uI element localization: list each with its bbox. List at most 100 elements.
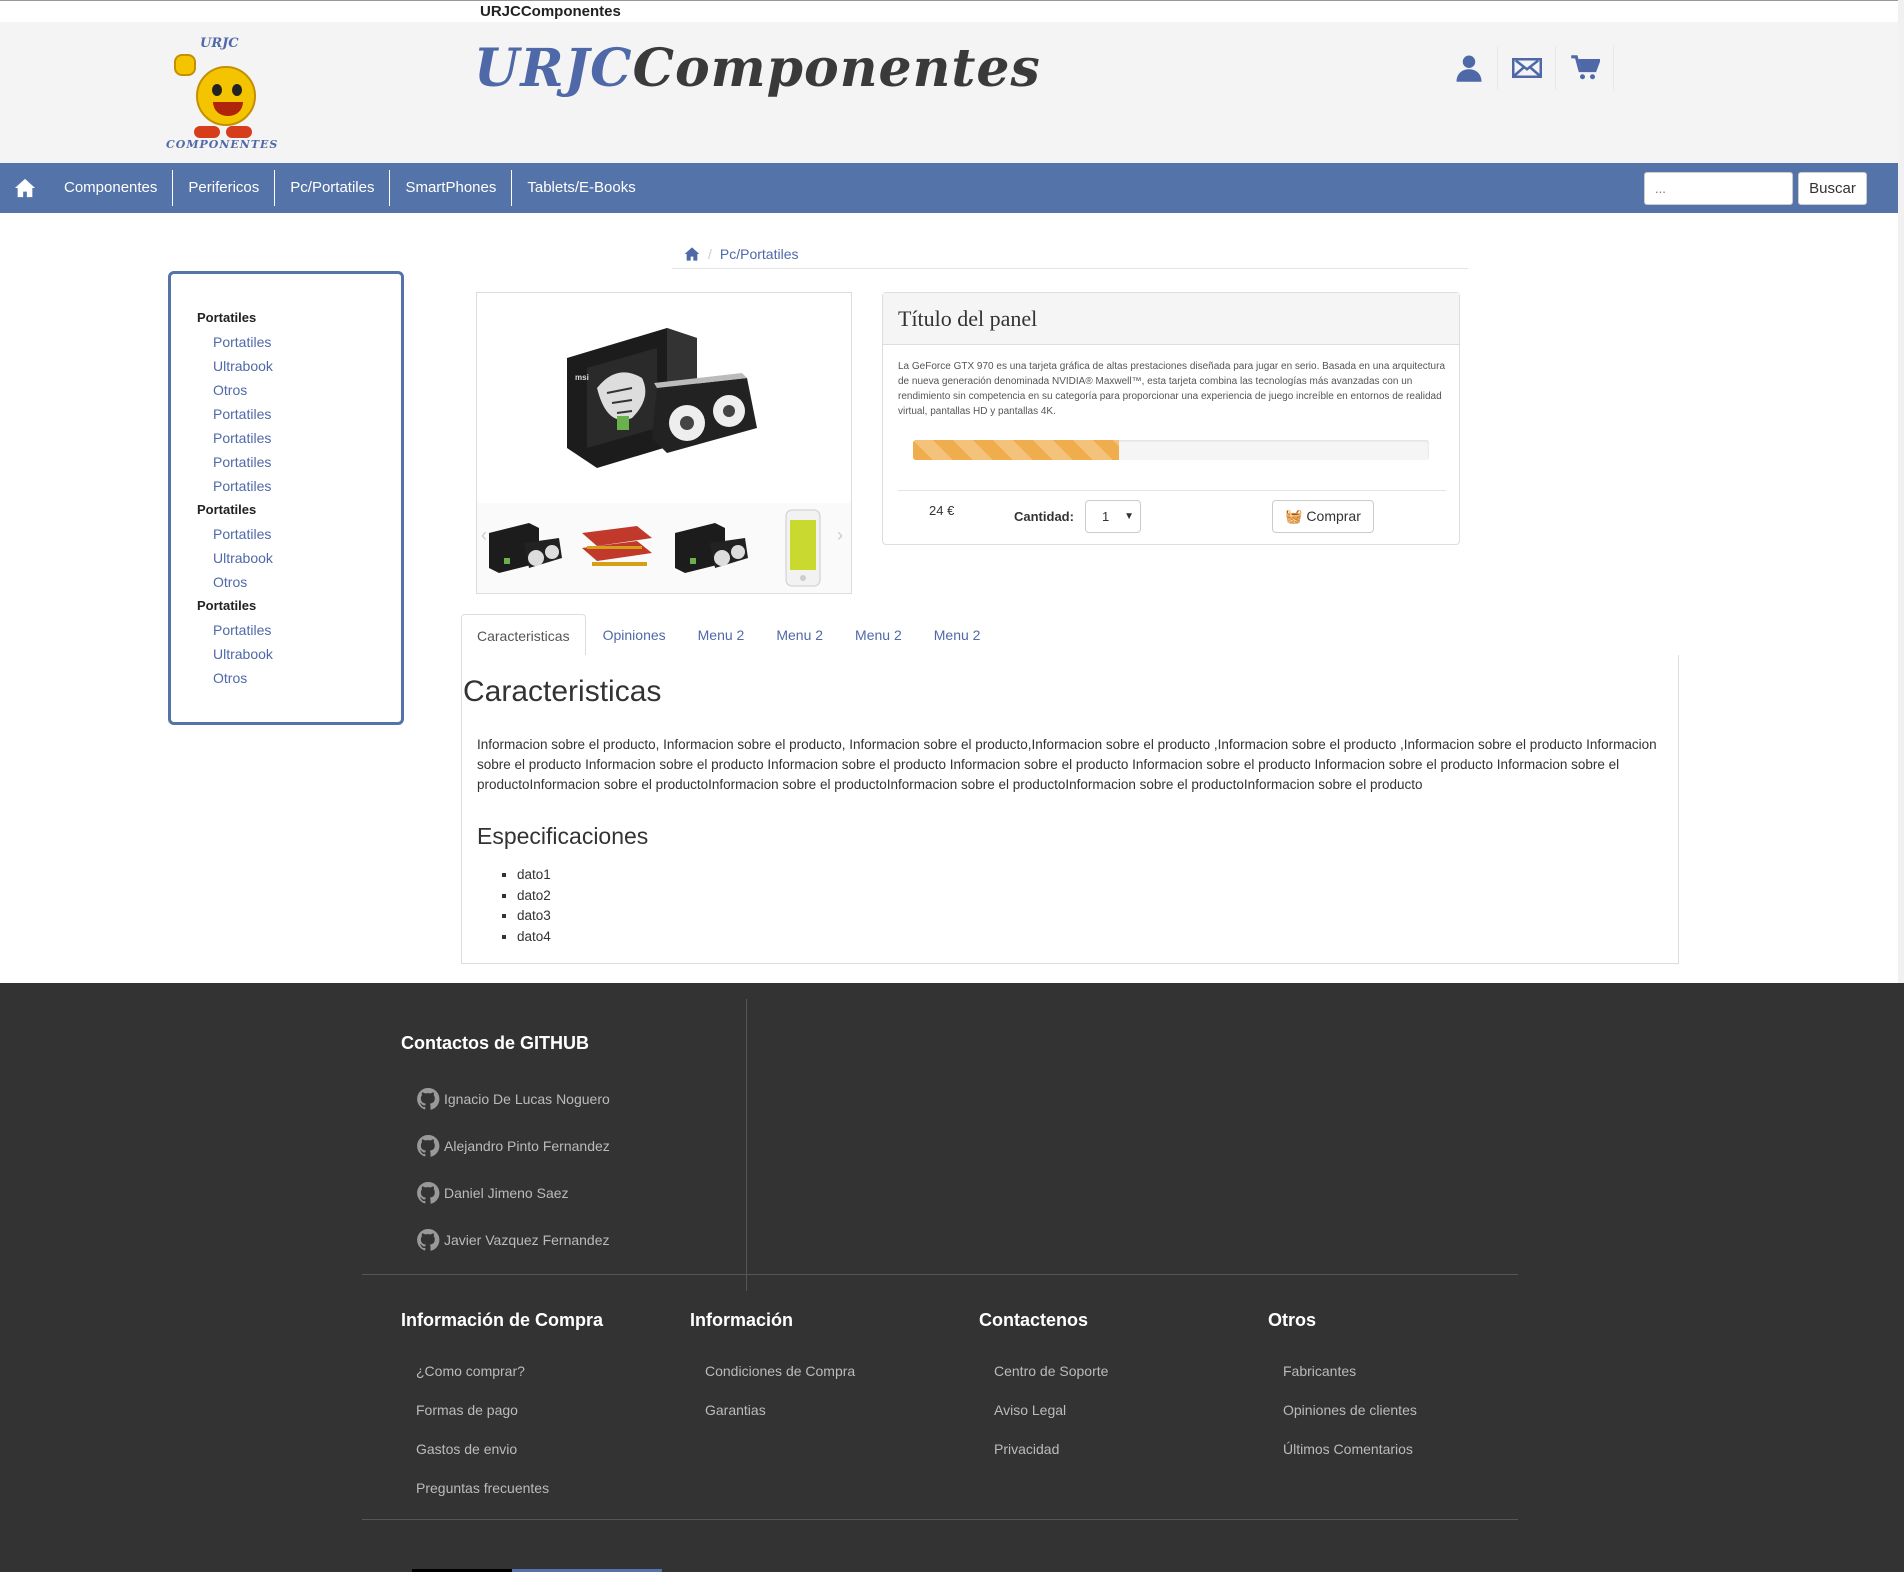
tab-content: Caracteristicas Informacion sobre el pro…: [461, 655, 1679, 964]
logo-glove: [174, 54, 196, 76]
nav-item-tablets-ebooks[interactable]: Tablets/E-Books: [511, 170, 650, 206]
specifications-title: Especificaciones: [477, 823, 649, 849]
quantity-select[interactable]: 1 ▼: [1085, 500, 1141, 533]
sidebar-link[interactable]: Portatiles: [197, 450, 401, 474]
quantity-label: Cantidad:: [1014, 509, 1074, 524]
github-contact-name: Daniel Jimeno Saez: [444, 1185, 569, 1201]
sidebar-link[interactable]: Otros: [197, 378, 401, 402]
footer-link[interactable]: Aviso Legal: [994, 1402, 1066, 1418]
tab-opiniones[interactable]: Opiniones: [588, 614, 681, 656]
github-contact[interactable]: Javier Vazquez Fernandez: [416, 1228, 610, 1252]
thumbnail-strip: ‹ ›: [477, 503, 851, 593]
sidebar-link[interactable]: Otros: [197, 570, 401, 594]
svg-text:msi: msi: [575, 373, 589, 382]
nav-item-smartphones[interactable]: SmartPhones: [389, 170, 511, 206]
sidebar-link[interactable]: Portatiles: [197, 522, 401, 546]
sidebar-link[interactable]: Portatiles: [197, 330, 401, 354]
footer-link[interactable]: Últimos Comentarios: [1283, 1441, 1413, 1457]
footer-link[interactable]: Privacidad: [994, 1441, 1059, 1457]
product-tabs: Caracteristicas Opiniones Menu 2 Menu 2 …: [461, 614, 1678, 656]
nav-item-perifericos[interactable]: Perifericos: [172, 170, 274, 206]
buy-button[interactable]: 🧺 Comprar: [1272, 500, 1374, 533]
sidebar-link[interactable]: Portatiles: [197, 426, 401, 450]
list-item: dato3: [517, 906, 551, 927]
tab-menu-2[interactable]: Menu 2: [919, 614, 996, 656]
sidebar-link[interactable]: Ultrabook: [197, 354, 401, 378]
github-contact[interactable]: Alejandro Pinto Fernandez: [416, 1134, 610, 1158]
breadcrumb: / Pc/Portatiles: [672, 239, 1468, 269]
breadcrumb-current[interactable]: Pc/Portatiles: [720, 246, 799, 262]
footer-link[interactable]: Opiniones de clientes: [1283, 1402, 1417, 1418]
thumbnail-gpu[interactable]: [477, 503, 570, 593]
nav-menu: Componentes Perifericos Pc/Portatiles Sm…: [49, 163, 651, 213]
thumbnail-next-icon[interactable]: ›: [837, 525, 843, 546]
footer-col-title: Información: [690, 1310, 794, 1330]
sidebar-group-title: Portatiles: [197, 598, 257, 613]
footer-divider: [362, 1519, 1518, 1520]
sidebar-group-title: Portatiles: [197, 502, 257, 517]
sidebar-link[interactable]: Ultrabook: [197, 642, 401, 666]
logo-shoe-left: [194, 126, 220, 138]
tab-menu-2[interactable]: Menu 2: [761, 614, 838, 656]
home-icon[interactable]: [14, 177, 36, 199]
cart-icon[interactable]: [1556, 46, 1614, 90]
footer-link[interactable]: Condiciones de Compra: [705, 1363, 855, 1379]
list-item: dato4: [517, 927, 551, 948]
sidebar-link[interactable]: Portatiles: [197, 402, 401, 426]
nav-item-pc-portatiles[interactable]: Pc/Portatiles: [274, 170, 389, 206]
panel-divider: [898, 490, 1446, 491]
site-logo[interactable]: URJC COMPONENTES: [166, 36, 280, 154]
footer-col-title: Otros: [1268, 1310, 1317, 1330]
footer-link[interactable]: Centro de Soporte: [994, 1363, 1108, 1379]
footer-divider: [362, 1274, 1518, 1275]
github-contact[interactable]: Ignacio De Lucas Noguero: [416, 1087, 610, 1111]
footer-col-title: Contactenos: [979, 1310, 1089, 1330]
search-button[interactable]: Buscar: [1798, 172, 1867, 205]
thumbnail-gpu-2[interactable]: [663, 503, 756, 593]
user-icon[interactable]: [1440, 46, 1498, 90]
tab-caracteristicas[interactable]: Caracteristicas: [461, 614, 586, 656]
logo-mouth: [213, 102, 243, 116]
brand-title[interactable]: URJCComponentes: [474, 38, 1041, 99]
window-top-border: [0, 0, 1904, 1]
thumbnail-phone[interactable]: [756, 503, 849, 593]
logo-text-bottom: COMPONENTES: [166, 138, 279, 151]
caret-down-icon: ▼: [1124, 511, 1134, 522]
tab-menu-2[interactable]: Menu 2: [683, 614, 760, 656]
footer-link[interactable]: Fabricantes: [1283, 1363, 1356, 1379]
panel-title: Título del panel: [883, 293, 1459, 345]
tab-menu-2[interactable]: Menu 2: [840, 614, 917, 656]
search-input[interactable]: [1644, 172, 1793, 205]
github-icon: [417, 1228, 440, 1251]
thumbnail-ram[interactable]: [570, 503, 663, 593]
logo-text-top: URJC: [200, 36, 239, 51]
sidebar-link[interactable]: Ultrabook: [197, 546, 401, 570]
breadcrumb-separator: /: [708, 245, 712, 262]
footer-link[interactable]: Garantias: [705, 1402, 766, 1418]
sidebar-link[interactable]: Portatiles: [197, 618, 401, 642]
github-icon: [417, 1087, 440, 1110]
logo-eye-right: [232, 84, 242, 96]
github-contact-name: Ignacio De Lucas Noguero: [444, 1091, 610, 1107]
window-title: URJCComponentes: [480, 3, 621, 20]
sidebar-link[interactable]: Otros: [197, 666, 401, 690]
footer-link[interactable]: Formas de pago: [416, 1402, 518, 1418]
github-contact-name: Alejandro Pinto Fernandez: [444, 1138, 610, 1154]
footer-link[interactable]: ¿Como comprar?: [416, 1363, 525, 1379]
logo-eye-left: [212, 84, 222, 96]
brand-title-part1: URJC: [474, 38, 633, 99]
breadcrumb-home-icon[interactable]: [684, 246, 700, 262]
footer-link[interactable]: Preguntas frecuentes: [416, 1480, 549, 1496]
github-contact[interactable]: Daniel Jimeno Saez: [416, 1181, 569, 1205]
product-main-image[interactable]: msi: [557, 318, 767, 478]
sidebar-group-title: Portatiles: [197, 310, 257, 325]
scrollbar-track[interactable]: [1898, 0, 1904, 983]
buy-button-label: Comprar: [1306, 508, 1361, 524]
sidebar-link[interactable]: Portatiles: [197, 474, 401, 498]
product-gallery: msi ‹ ›: [476, 292, 852, 594]
github-icon: [417, 1181, 440, 1204]
thumbnail-prev-icon[interactable]: ‹: [481, 525, 487, 546]
mail-icon[interactable]: [1498, 46, 1556, 90]
nav-item-componentes[interactable]: Componentes: [49, 170, 172, 206]
footer-link[interactable]: Gastos de envio: [416, 1441, 517, 1457]
